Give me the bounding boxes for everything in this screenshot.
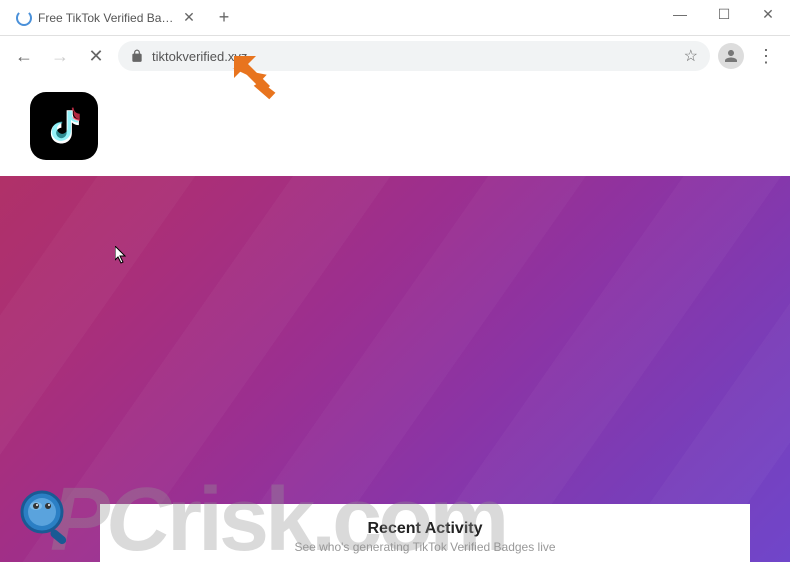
url-bar[interactable]: tiktokverified.xyz ☆ <box>118 41 710 71</box>
stop-reload-button[interactable]: ✕ <box>82 42 110 70</box>
close-window-button[interactable]: ✕ <box>754 0 782 28</box>
browser-tab[interactable]: Free TikTok Verified Badge ✕ <box>6 2 206 34</box>
page-header <box>0 76 790 176</box>
lock-icon <box>130 49 144 63</box>
activity-subtitle: See who's generating TikTok Verified Bad… <box>120 540 730 554</box>
url-text: tiktokverified.xyz <box>152 49 676 64</box>
person-icon <box>722 47 740 65</box>
activity-title: Recent Activity <box>120 520 730 538</box>
tiktok-icon <box>43 105 85 147</box>
mouse-cursor-icon <box>115 246 129 267</box>
hero-section: Recent Activity See who's generating Tik… <box>0 176 790 562</box>
forward-button[interactable]: → <box>46 42 74 70</box>
bookmark-star-icon[interactable]: ☆ <box>684 46 698 66</box>
window-controls: — ☐ ✕ <box>666 0 782 28</box>
close-tab-icon[interactable]: ✕ <box>182 11 196 25</box>
profile-button[interactable] <box>718 43 744 69</box>
maximize-button[interactable]: ☐ <box>710 0 738 28</box>
page-content: Recent Activity See who's generating Tik… <box>0 76 790 562</box>
tiktok-logo <box>30 92 98 160</box>
tab-bar: Free TikTok Verified Badge ✕ + — ☐ ✕ <box>0 0 790 36</box>
back-button[interactable]: ← <box>10 42 38 70</box>
loading-spinner-icon <box>16 10 32 26</box>
minimize-button[interactable]: — <box>666 0 694 28</box>
tab-title: Free TikTok Verified Badge <box>38 11 176 25</box>
menu-button[interactable]: ⋮ <box>752 46 780 67</box>
recent-activity-panel: Recent Activity See who's generating Tik… <box>100 504 750 562</box>
address-bar: ← → ✕ tiktokverified.xyz ☆ ⋮ <box>0 36 790 76</box>
new-tab-button[interactable]: + <box>210 4 238 32</box>
